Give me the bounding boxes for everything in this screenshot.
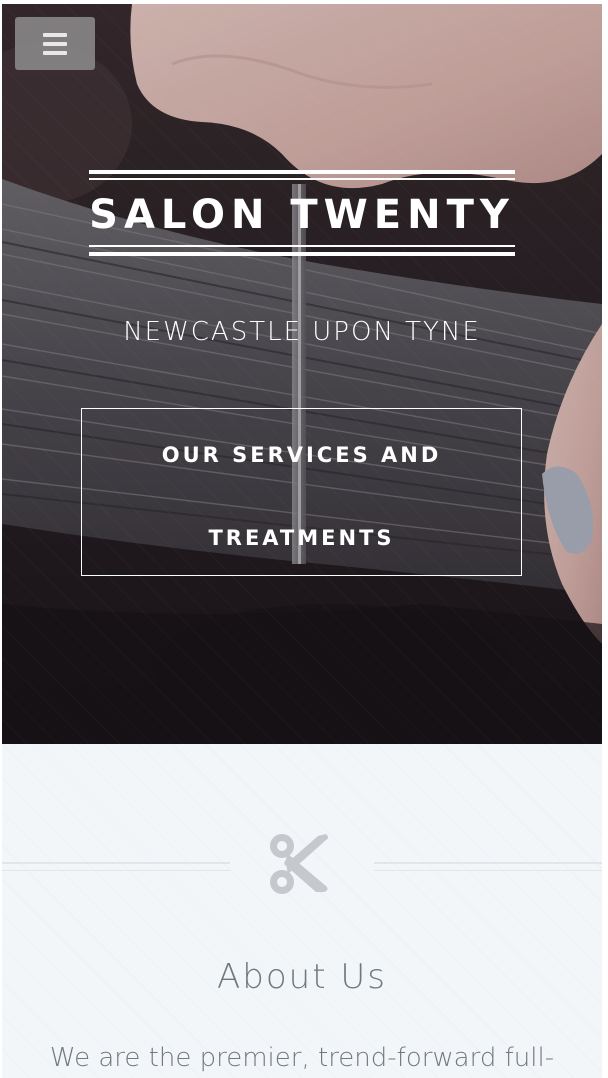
cta-label-line-2: TREATMENTS xyxy=(208,526,395,550)
divider-left xyxy=(2,862,230,864)
site-title-block: SALON TWENTY xyxy=(89,168,515,258)
about-heading: About Us xyxy=(217,957,387,997)
scissors-icon xyxy=(270,834,328,894)
about-section: About Us We are the premier, trend-forwa… xyxy=(2,744,602,1078)
site-tagline: NEWCASTLE UPON TYNE xyxy=(123,317,481,347)
services-treatments-button[interactable]: OUR SERVICES AND TREATMENTS xyxy=(81,408,522,576)
title-rule-bottom-thin xyxy=(89,245,515,247)
menu-button[interactable] xyxy=(15,17,95,70)
title-rule-bottom xyxy=(89,252,515,256)
title-rule-top xyxy=(89,170,515,174)
background-pattern xyxy=(2,744,602,1078)
title-rule-top-thin xyxy=(89,178,515,180)
divider-right xyxy=(374,862,602,864)
divider-right-thin xyxy=(374,870,602,871)
about-intro-text: We are the premier, trend-forward full- xyxy=(49,1043,555,1073)
divider-left-thin xyxy=(2,870,230,871)
hero-section: SALON TWENTY NEWCASTLE UPON TYNE OUR SER… xyxy=(2,4,602,744)
hero-background-image xyxy=(2,4,602,744)
site-title: SALON TWENTY xyxy=(89,192,515,238)
page: SALON TWENTY NEWCASTLE UPON TYNE OUR SER… xyxy=(2,4,602,1078)
cta-label-line-1: OUR SERVICES AND xyxy=(161,443,442,467)
